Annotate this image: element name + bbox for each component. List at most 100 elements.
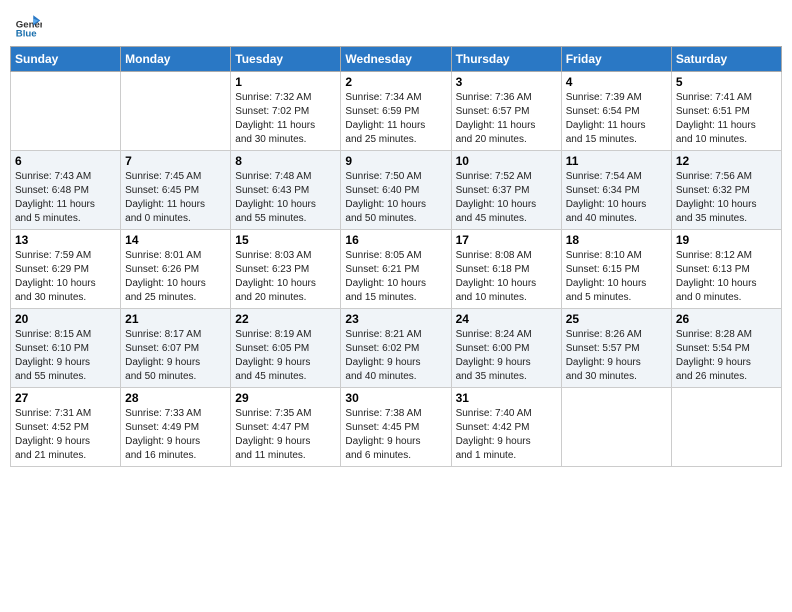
day-number: 2 <box>345 75 446 89</box>
day-number: 19 <box>676 233 777 247</box>
logo: General Blue <box>14 10 44 38</box>
calendar-week-row: 13 Sunrise: 7:59 AMSunset: 6:29 PMDayligh… <box>11 230 782 309</box>
calendar-cell: 6 Sunrise: 7:43 AMSunset: 6:48 PMDaylight… <box>11 151 121 230</box>
page-header: General Blue <box>10 10 782 38</box>
calendar-cell: 2Sunrise: 7:34 AMSunset: 6:59 PMDaylight… <box>341 72 451 151</box>
day-info: Sunrise: 8:10 AMSunset: 6:15 PMDaylight:… <box>566 249 667 305</box>
calendar-cell: 27 Sunrise: 7:31 AMSunset: 4:52 PMDayligh… <box>11 388 121 467</box>
day-number: 30 <box>345 391 446 405</box>
day-number: 3 <box>456 75 557 89</box>
day-number: 18 <box>566 233 667 247</box>
day-info: Sunrise: 7:41 AMSunset: 6:51 PMDaylight:… <box>676 91 777 147</box>
calendar-cell: 13 Sunrise: 7:59 AMSunset: 6:29 PMDayligh… <box>11 230 121 309</box>
day-number: 1 <box>235 75 336 89</box>
calendar-cell: 9Sunrise: 7:50 AMSunset: 6:40 PMDaylight… <box>341 151 451 230</box>
calendar-week-row: 20 Sunrise: 8:15 AMSunset: 6:10 PMDayligh… <box>11 309 782 388</box>
calendar-cell: 4 Sunrise: 7:39 AMSunset: 6:54 PMDaylight… <box>561 72 671 151</box>
day-info: Sunrise: 7:54 AMSunset: 6:34 PMDaylight:… <box>566 170 667 226</box>
weekday-header-sunday: Sunday <box>11 47 121 72</box>
calendar-cell: 25 Sunrise: 8:26 AMSunset: 5:57 PMDayligh… <box>561 309 671 388</box>
day-number: 10 <box>456 154 557 168</box>
calendar-cell: 24 Sunrise: 8:24 AMSunset: 6:00 PMDayligh… <box>451 309 561 388</box>
day-info: Sunrise: 7:52 AMSunset: 6:37 PMDaylight:… <box>456 170 557 226</box>
day-info: Sunrise: 8:24 AMSunset: 6:00 PMDaylight:… <box>456 328 557 384</box>
day-info: Sunrise: 7:36 AMSunset: 6:57 PMDaylight:… <box>456 91 557 147</box>
calendar-cell <box>671 388 781 467</box>
day-info: Sunrise: 8:08 AMSunset: 6:18 PMDaylight:… <box>456 249 557 305</box>
calendar-cell: 17 Sunrise: 8:08 AMSunset: 6:18 PMDayligh… <box>451 230 561 309</box>
calendar-cell: 20 Sunrise: 8:15 AMSunset: 6:10 PMDayligh… <box>11 309 121 388</box>
day-info: Sunrise: 8:15 AMSunset: 6:10 PMDaylight:… <box>15 328 116 384</box>
day-info: Sunrise: 7:38 AMSunset: 4:45 PMDaylight:… <box>345 407 446 463</box>
day-number: 20 <box>15 312 116 326</box>
logo-icon: General Blue <box>14 10 42 38</box>
calendar-cell: 22 Sunrise: 8:19 AMSunset: 6:05 PMDayligh… <box>231 309 341 388</box>
calendar-cell: 5 Sunrise: 7:41 AMSunset: 6:51 PMDaylight… <box>671 72 781 151</box>
weekday-header-thursday: Thursday <box>451 47 561 72</box>
calendar-cell: 26Sunrise: 8:28 AMSunset: 5:54 PMDayligh… <box>671 309 781 388</box>
calendar-cell: 14 Sunrise: 8:01 AMSunset: 6:26 PMDayligh… <box>121 230 231 309</box>
calendar-cell: 21Sunrise: 8:17 AMSunset: 6:07 PMDayligh… <box>121 309 231 388</box>
calendar-cell: 30 Sunrise: 7:38 AMSunset: 4:45 PMDayligh… <box>341 388 451 467</box>
day-info: Sunrise: 8:12 AMSunset: 6:13 PMDaylight:… <box>676 249 777 305</box>
calendar-week-row: 1 Sunrise: 7:32 AMSunset: 7:02 PMDaylight… <box>11 72 782 151</box>
calendar-week-row: 6 Sunrise: 7:43 AMSunset: 6:48 PMDaylight… <box>11 151 782 230</box>
calendar-body: 1 Sunrise: 7:32 AMSunset: 7:02 PMDaylight… <box>11 72 782 467</box>
day-info: Sunrise: 7:43 AMSunset: 6:48 PMDaylight:… <box>15 170 116 226</box>
weekday-header-saturday: Saturday <box>671 47 781 72</box>
day-number: 31 <box>456 391 557 405</box>
day-info: Sunrise: 8:26 AMSunset: 5:57 PMDaylight:… <box>566 328 667 384</box>
svg-text:Blue: Blue <box>16 28 37 38</box>
day-number: 22 <box>235 312 336 326</box>
calendar-cell: 16 Sunrise: 8:05 AMSunset: 6:21 PMDayligh… <box>341 230 451 309</box>
day-info: Sunrise: 8:03 AMSunset: 6:23 PMDaylight:… <box>235 249 336 305</box>
day-number: 27 <box>15 391 116 405</box>
calendar-cell <box>11 72 121 151</box>
day-number: 25 <box>566 312 667 326</box>
calendar-cell: 18 Sunrise: 8:10 AMSunset: 6:15 PMDayligh… <box>561 230 671 309</box>
calendar-cell: 19 Sunrise: 8:12 AMSunset: 6:13 PMDayligh… <box>671 230 781 309</box>
day-info: Sunrise: 8:01 AMSunset: 6:26 PMDaylight:… <box>125 249 226 305</box>
calendar-cell: 15 Sunrise: 8:03 AMSunset: 6:23 PMDayligh… <box>231 230 341 309</box>
day-number: 16 <box>345 233 446 247</box>
day-number: 23 <box>345 312 446 326</box>
day-number: 9 <box>345 154 446 168</box>
calendar-cell: 3 Sunrise: 7:36 AMSunset: 6:57 PMDaylight… <box>451 72 561 151</box>
calendar-cell: 11 Sunrise: 7:54 AMSunset: 6:34 PMDayligh… <box>561 151 671 230</box>
day-number: 29 <box>235 391 336 405</box>
day-info: Sunrise: 8:05 AMSunset: 6:21 PMDaylight:… <box>345 249 446 305</box>
day-number: 12 <box>676 154 777 168</box>
day-number: 13 <box>15 233 116 247</box>
day-info: Sunrise: 7:39 AMSunset: 6:54 PMDaylight:… <box>566 91 667 147</box>
weekday-header-wednesday: Wednesday <box>341 47 451 72</box>
calendar-cell: 1 Sunrise: 7:32 AMSunset: 7:02 PMDaylight… <box>231 72 341 151</box>
calendar-cell <box>121 72 231 151</box>
day-info: Sunrise: 7:40 AMSunset: 4:42 PMDaylight:… <box>456 407 557 463</box>
day-info: Sunrise: 8:21 AMSunset: 6:02 PMDaylight:… <box>345 328 446 384</box>
day-number: 15 <box>235 233 336 247</box>
calendar-cell: 10 Sunrise: 7:52 AMSunset: 6:37 PMDayligh… <box>451 151 561 230</box>
calendar-cell: 7Sunrise: 7:45 AMSunset: 6:45 PMDaylight… <box>121 151 231 230</box>
day-info: Sunrise: 7:35 AMSunset: 4:47 PMDaylight:… <box>235 407 336 463</box>
calendar-cell: 23 Sunrise: 8:21 AMSunset: 6:02 PMDayligh… <box>341 309 451 388</box>
day-number: 24 <box>456 312 557 326</box>
day-number: 17 <box>456 233 557 247</box>
day-number: 6 <box>15 154 116 168</box>
weekday-header-friday: Friday <box>561 47 671 72</box>
calendar-cell: 28Sunrise: 7:33 AMSunset: 4:49 PMDayligh… <box>121 388 231 467</box>
day-info: Sunrise: 7:48 AMSunset: 6:43 PMDaylight:… <box>235 170 336 226</box>
calendar-cell: 12Sunrise: 7:56 AMSunset: 6:32 PMDayligh… <box>671 151 781 230</box>
calendar-cell: 8 Sunrise: 7:48 AMSunset: 6:43 PMDaylight… <box>231 151 341 230</box>
day-number: 4 <box>566 75 667 89</box>
day-info: Sunrise: 7:31 AMSunset: 4:52 PMDaylight:… <box>15 407 116 463</box>
day-info: Sunrise: 8:19 AMSunset: 6:05 PMDaylight:… <box>235 328 336 384</box>
calendar-week-row: 27 Sunrise: 7:31 AMSunset: 4:52 PMDayligh… <box>11 388 782 467</box>
calendar-cell: 31 Sunrise: 7:40 AMSunset: 4:42 PMDayligh… <box>451 388 561 467</box>
day-number: 8 <box>235 154 336 168</box>
day-info: Sunrise: 7:32 AMSunset: 7:02 PMDaylight:… <box>235 91 336 147</box>
day-info: Sunrise: 7:59 AMSunset: 6:29 PMDaylight:… <box>15 249 116 305</box>
day-number: 5 <box>676 75 777 89</box>
day-info: Sunrise: 7:33 AMSunset: 4:49 PMDaylight:… <box>125 407 226 463</box>
day-number: 14 <box>125 233 226 247</box>
day-number: 11 <box>566 154 667 168</box>
